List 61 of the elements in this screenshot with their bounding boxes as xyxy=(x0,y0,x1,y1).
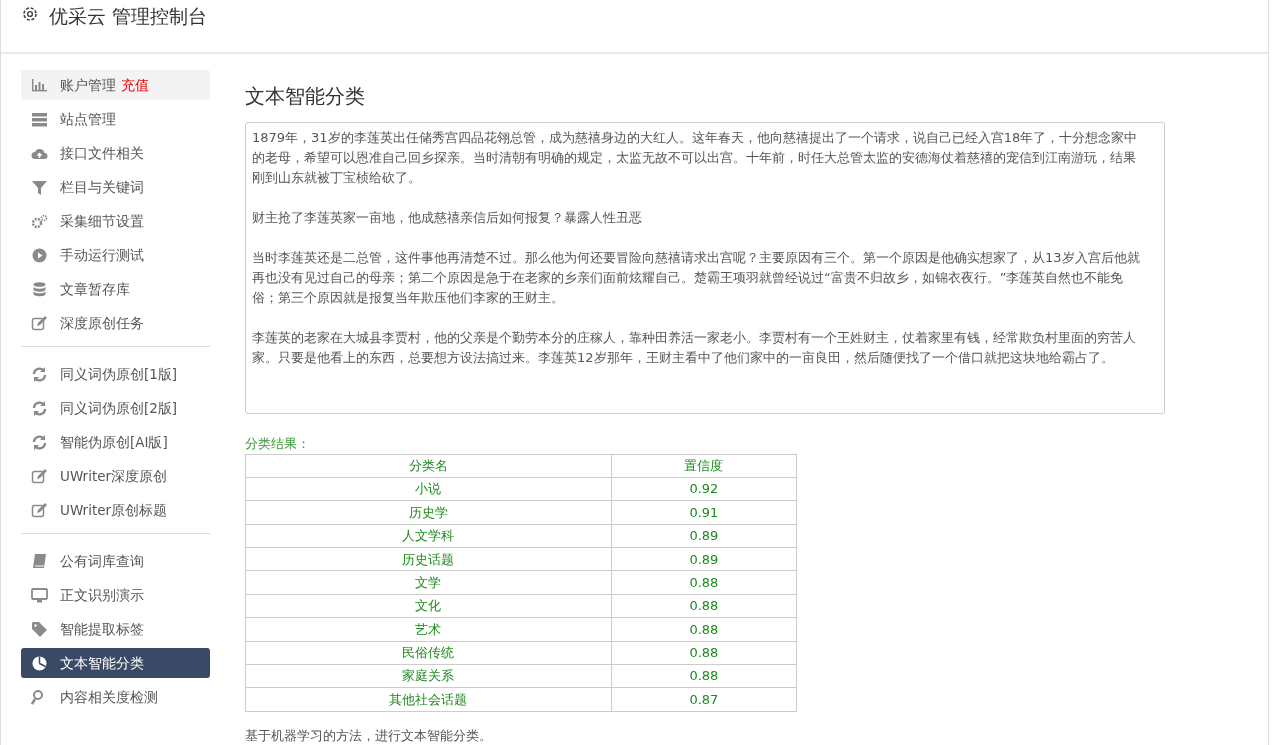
text-input-area[interactable]: 1879年，31岁的李莲英出任储秀宫四品花翎总管，成为慈禧身边的大红人。这年春天，他向慈禧提出了一个请求，说自己已经入宫18年了，十分想念家中的老母，希望可以恩准自己回乡探亲。当时清朝有明确的规定，太监无故不可以出宫。十年前，时任大总管太监的安德海仗着慈禧的宠信到江南游玩，结果刚到山东就被丁宝桢给砍了。 财主抢了李莲英家一亩地，他成慈禧亲信后如何报复？暴露人性丑恶 当时李莲英还是二总管，这件事他再清楚不过。那么他为何还要冒险向慈禧请求出宫呢？主要原因有三个。第一个原因是他确实想家了，从13岁入宫后他就再也没有见过自己的母亲；第二个原因是急于在老家的乡亲们面前炫耀自己。楚霸王项羽就曾经说过“富贵不归故乡，如锦衣夜行。”李莲英自然也不能免俗；第三个原因就是报复当年欺压他们李家的王财主。 李莲英的老家在大城县李贾村，他的父亲是个勤劳本分的庄稼人，靠种田养活一家老小。李贾村有一个王姓财主，仗着家里有钱，经常欺负村里面的穷苦人家。只要是他看上的东西，总要想方设法搞过来。李莲英12岁那年，王财主看中了他们家中的一亩良田，然后随便找了一个借口就把这块地给霸占了。 xyxy=(245,122,1165,414)
tag-icon xyxy=(31,620,48,638)
sidebar-item[interactable]: 采集细节设置 xyxy=(21,206,210,236)
settings-icon xyxy=(21,5,39,23)
play-icon xyxy=(31,246,48,264)
sidebar-item[interactable]: 文章暂存库 xyxy=(21,274,210,304)
console-title: 优采云 管理控制台 xyxy=(49,4,208,29)
table-cell: 历史学 xyxy=(245,500,612,525)
edit-icon xyxy=(31,501,48,519)
sidebar-item[interactable]: 栏目与关键词 xyxy=(21,172,210,202)
table-cell: 0.89 xyxy=(611,524,797,548)
table-cell: 0.92 xyxy=(611,477,797,501)
edit-icon xyxy=(31,314,48,332)
server-icon xyxy=(31,110,48,128)
sidebar-item[interactable]: 智能提取标签 xyxy=(21,614,210,644)
chart-icon xyxy=(31,76,48,94)
refresh-icon xyxy=(31,433,48,451)
table-cell: 0.88 xyxy=(611,641,797,665)
database-icon xyxy=(31,280,48,298)
sidebar-item[interactable]: 同义词伪原创[1版] xyxy=(21,359,210,389)
column-header: 分类名 xyxy=(245,454,612,478)
monitor-icon xyxy=(31,586,48,604)
pie-chart-icon xyxy=(31,654,48,672)
column-header: 置信度 xyxy=(611,454,797,478)
table-cell: 小说 xyxy=(245,477,612,501)
refresh-icon xyxy=(31,365,48,383)
table-cell: 其他社会话题 xyxy=(245,687,612,712)
sidebar-item[interactable]: 内容相关度检测 xyxy=(21,682,210,712)
sidebar-item[interactable]: 深度原创任务 xyxy=(21,308,210,338)
table-cell: 0.88 xyxy=(611,664,797,688)
table-cell: 0.88 xyxy=(611,617,797,642)
sidebar-item[interactable]: 接口文件相关 xyxy=(21,138,210,168)
sidebar-item[interactable]: 同义词伪原创[2版] xyxy=(21,393,210,423)
table-cell: 0.91 xyxy=(611,500,797,525)
book-icon xyxy=(31,552,48,570)
table-cell: 0.88 xyxy=(611,570,797,595)
sidebar-item[interactable]: 正文识别演示 xyxy=(21,580,210,610)
edit-icon xyxy=(31,467,48,485)
sidebar-item[interactable]: 智能伪原创[AI版] xyxy=(21,427,210,457)
description-text: 基于机器学习的方法，进行文本智能分类。 xyxy=(245,726,493,745)
sidebar-item[interactable]: 公有词库查询 xyxy=(21,546,210,576)
table-cell: 家庭关系 xyxy=(245,664,612,688)
table-cell: 0.87 xyxy=(611,687,797,712)
sidebar-item[interactable]: 账户管理 充值 xyxy=(21,70,210,100)
table-cell: 艺术 xyxy=(245,617,612,642)
page-title: 文本智能分类 xyxy=(245,84,366,108)
filter-icon xyxy=(31,178,48,196)
result-label: 分类结果： xyxy=(245,435,311,453)
table-cell: 0.88 xyxy=(611,594,797,618)
sidebar-item[interactable]: 文本智能分类 xyxy=(21,648,210,678)
table-cell: 文学 xyxy=(245,570,612,595)
sidebar-item[interactable]: UWriter深度原创 xyxy=(21,461,210,491)
table-cell: 人文学科 xyxy=(245,524,612,548)
sidebar-item[interactable]: 站点管理 xyxy=(21,104,210,134)
table-cell: 0.89 xyxy=(611,547,797,571)
table-cell: 历史话题 xyxy=(245,547,612,571)
sidebar-item[interactable]: 手动运行测试 xyxy=(21,240,210,270)
refresh-icon xyxy=(31,399,48,417)
table-cell: 文化 xyxy=(245,594,612,618)
sidebar-item[interactable]: UWriter原创标题 xyxy=(21,495,210,525)
table-cell: 民俗传统 xyxy=(245,641,612,665)
